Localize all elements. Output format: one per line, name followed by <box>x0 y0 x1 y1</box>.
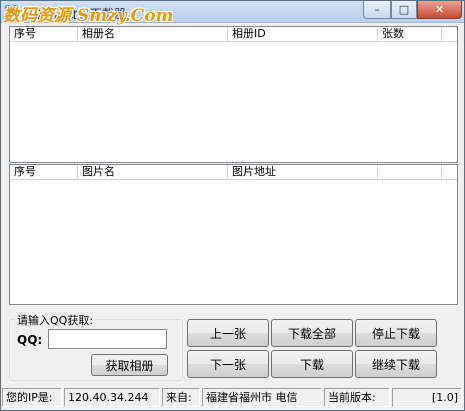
minimize-button[interactable]: – <box>363 1 391 19</box>
maximize-button[interactable]: □ <box>391 1 417 19</box>
close-icon: ✕ <box>434 3 445 16</box>
status-version-value: [1.0] <box>392 388 462 407</box>
fetch-albums-button[interactable]: 获取相册 <box>91 354 168 376</box>
qq-group-legend: 请输入QQ获取: <box>15 312 96 328</box>
album-list-header: 序号 相册名 相册ID 张数 <box>10 27 457 42</box>
qq-group-box: 请输入QQ获取: QQ: 获取相册 <box>9 312 183 381</box>
qq-input[interactable] <box>48 329 167 349</box>
status-from-label: 来自: <box>162 388 200 407</box>
next-photo-button[interactable]: 下一张 <box>187 350 269 378</box>
app-window: QQ相册批量下载器 数码资源 Smzy.Com – □ ✕ 序号 相册名 相册I… <box>0 0 465 411</box>
column-header-photo-url[interactable]: 图片地址 <box>228 165 378 180</box>
column-header-photo-name[interactable]: 图片名 <box>78 165 228 180</box>
title-bar[interactable]: QQ相册批量下载器 数码资源 Smzy.Com – □ ✕ <box>1 1 464 26</box>
column-header-index[interactable]: 序号 <box>10 27 78 42</box>
qq-label: QQ: <box>17 333 43 347</box>
photo-list[interactable]: 序号 图片名 图片地址 <box>9 164 458 305</box>
column-header-album-name[interactable]: 相册名 <box>78 27 228 42</box>
stop-download-button[interactable]: 停止下载 <box>355 319 437 347</box>
column-header-photo-count[interactable]: 张数 <box>378 27 442 42</box>
status-bar: 您的IP是: 120.40.34.244 来自: 福建省福州市 电信 当前版本:… <box>2 388 463 408</box>
previous-photo-button[interactable]: 上一张 <box>187 319 269 347</box>
photo-list-header: 序号 图片名 图片地址 <box>10 165 457 180</box>
album-list[interactable]: 序号 相册名 相册ID 张数 <box>9 26 458 163</box>
status-from-value: 福建省福州市 电信 <box>202 388 322 407</box>
download-all-button[interactable]: 下载全部 <box>271 319 353 347</box>
close-button[interactable]: ✕ <box>417 1 462 19</box>
maximize-icon: □ <box>398 3 410 16</box>
column-header-album-id[interactable]: 相册ID <box>228 27 378 42</box>
column-header-index[interactable]: 序号 <box>10 165 78 180</box>
minimize-icon: – <box>374 3 380 16</box>
column-header-extra[interactable] <box>378 165 442 180</box>
app-icon <box>5 5 19 19</box>
status-ip-label: 您的IP是: <box>2 388 62 407</box>
status-ip-value: 120.40.34.244 <box>64 388 160 407</box>
continue-download-button[interactable]: 继续下载 <box>355 350 437 378</box>
status-version-label: 当前版本: <box>324 388 390 407</box>
window-title: QQ相册批量下载器 <box>23 7 126 21</box>
download-button[interactable]: 下载 <box>271 350 353 378</box>
